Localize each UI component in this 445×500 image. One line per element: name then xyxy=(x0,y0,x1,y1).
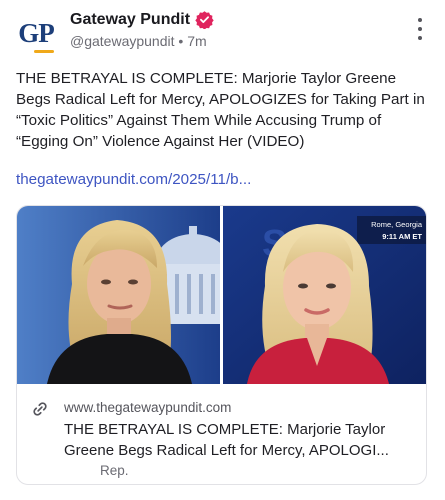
link-icon xyxy=(33,402,47,416)
link-title-line-1: THE BETRAYAL IS COMPLETE: Marjorie Taylo… xyxy=(64,421,386,438)
link-card-info[interactable]: www.thegatewaypundit.com THE BETRAYAL IS… xyxy=(17,384,426,484)
more-vertical-icon[interactable] xyxy=(417,18,423,40)
thumbnail-time: 9:11 AM ET xyxy=(382,232,422,241)
post-text: THE BETRAYAL IS COMPLETE: Marjorie Taylo… xyxy=(16,70,425,150)
link-card-footer: Rep. xyxy=(100,463,129,478)
post-link[interactable]: thegatewaypundit.com/2025/11/b... xyxy=(16,171,251,188)
avatar[interactable]: GP xyxy=(14,14,58,53)
time-ago: 7m xyxy=(187,33,207,49)
separator-dot: • xyxy=(178,33,184,49)
thumbnail-image: St Rome, Georgia 9:11 AM ET xyxy=(17,206,426,384)
link-thumbnail[interactable]: St Rome, Georgia 9:11 AM ET xyxy=(17,206,426,384)
link-title-line-2: Greene Begs Radical Left for Mercy, APOL… xyxy=(64,442,389,459)
account-name-row[interactable]: Gateway Pundit xyxy=(70,10,214,29)
verified-badge-icon xyxy=(195,11,214,29)
handle-row: @gatewaypundit • 7m xyxy=(70,33,207,49)
handle[interactable]: @gatewaypundit xyxy=(70,33,175,49)
link-preview-card[interactable]: St Rome, Georgia 9:11 AM ET www.thegatew… xyxy=(16,205,427,485)
thumbnail-location: Rome, Georgia xyxy=(371,220,423,229)
link-domain: www.thegatewaypundit.com xyxy=(64,400,232,415)
link-title: THE BETRAYAL IS COMPLETE: Marjorie Taylo… xyxy=(64,419,419,461)
account-name[interactable]: Gateway Pundit xyxy=(70,11,190,29)
avatar-logo-text: GP xyxy=(18,17,55,53)
